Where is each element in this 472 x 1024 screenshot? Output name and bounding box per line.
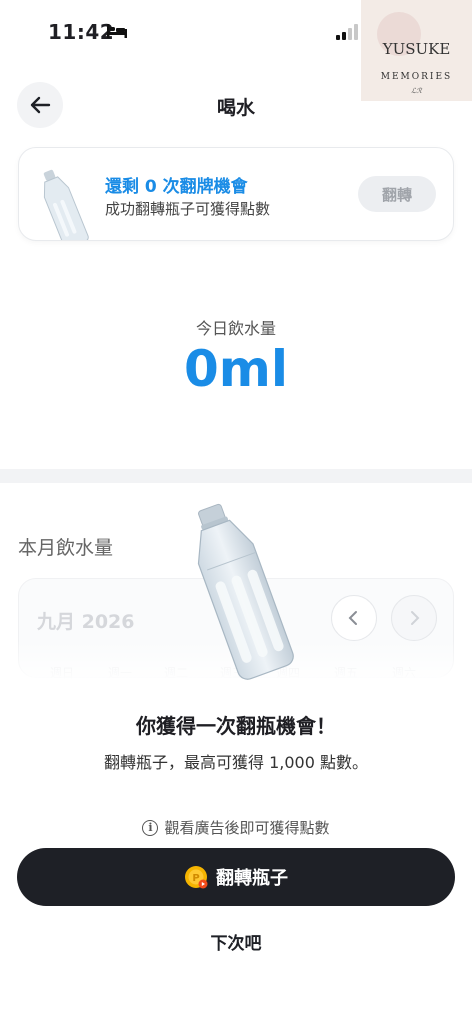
sheet-subtitle: 翻轉瓶子，最高可獲得 1,000 點數。: [104, 753, 368, 772]
chevron-right-icon: [411, 611, 420, 625]
sheet-title: 你獲得一次翻瓶機會！: [136, 714, 336, 738]
watermark-title: YUSUKE: [382, 40, 451, 58]
chevron-left-icon: [348, 611, 357, 625]
month-intake-title: 本月飲水量: [18, 537, 114, 559]
section-divider: [0, 469, 472, 483]
flip-bottle-button[interactable]: P 翻轉瓶子: [17, 848, 455, 906]
month-label: 九月 2026: [37, 611, 135, 633]
water-bottle-icon: [43, 169, 89, 240]
today-intake-value: 0ml: [183, 340, 289, 398]
video-coin-icon: P: [185, 866, 208, 889]
flip-button[interactable]: 翻轉: [358, 176, 436, 212]
status-time: 11:42: [48, 20, 115, 44]
flip-bottle-button-label: 翻轉瓶子: [216, 868, 288, 889]
flip-chance-card: 還剩 0 次翻牌機會 成功翻轉瓶子可獲得點數 翻轉: [18, 147, 454, 241]
sleep-focus-icon: [107, 24, 127, 38]
ad-note-text: 觀看廣告後即可獲得點數: [164, 819, 330, 837]
watermark-subtitle: MEMORIES: [380, 72, 453, 82]
today-intake-label: 今日飲水量: [195, 319, 276, 338]
chance-subtitle: 成功翻轉瓶子可獲得點數: [105, 200, 271, 218]
ad-note: i 觀看廣告後即可獲得點數: [0, 817, 472, 838]
signal-icon: [336, 24, 358, 40]
skip-button[interactable]: 下次吧: [0, 929, 472, 954]
previous-month-button[interactable]: [331, 595, 377, 641]
svg-text:P: P: [192, 873, 199, 884]
next-month-button[interactable]: [391, 595, 437, 641]
watermark-logo: YUSUKE MEMORIES ℒℛ: [361, 0, 472, 101]
info-icon: i: [142, 819, 159, 836]
page-title: 喝水: [216, 97, 255, 119]
water-bottle-illustration: [197, 503, 294, 680]
chance-count-title: 還剩 0 次翻牌機會: [105, 177, 248, 197]
